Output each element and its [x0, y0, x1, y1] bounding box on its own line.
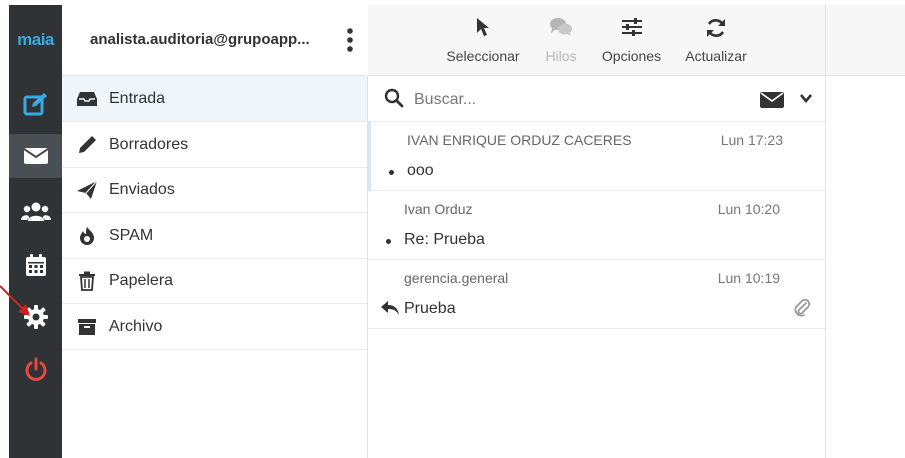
- reply-icon: [381, 301, 399, 315]
- message-row[interactable]: IVAN ENRIQUE ORDUZ CACERES Lun 17:23 ooo: [368, 122, 828, 191]
- rail-mail-button[interactable]: [9, 134, 62, 178]
- paper-plane-icon: [76, 179, 98, 201]
- chat-bubbles-icon: [550, 18, 572, 36]
- chevron-down-icon[interactable]: [800, 94, 812, 103]
- folder-label: Entrada: [109, 89, 166, 107]
- envelope-filter-icon[interactable]: [760, 92, 784, 108]
- folder-label: Enviados: [109, 180, 175, 198]
- account-name[interactable]: analista.auditoria@grupoapp...: [90, 31, 310, 48]
- fire-icon: [76, 225, 98, 247]
- message-list: IVAN ENRIQUE ORDUZ CACERES Lun 17:23 ooo…: [368, 76, 828, 458]
- folder-label: SPAM: [109, 226, 154, 244]
- message-row[interactable]: Ivan Orduz Lun 10:20 Re: Prueba: [368, 191, 825, 260]
- refresh-button[interactable]: Actualizar: [676, 5, 756, 75]
- folder-sent[interactable]: Enviados: [62, 167, 367, 213]
- search-input[interactable]: [412, 88, 716, 112]
- refresh-icon: [707, 19, 725, 37]
- folder-label: Papelera: [109, 271, 174, 289]
- folder-list: Entrada Borradores Enviados SPAM Papeler…: [62, 76, 368, 458]
- contacts-icon: [20, 202, 51, 221]
- archive-box-icon: [76, 316, 98, 338]
- message-time: Lun 17:23: [720, 132, 783, 148]
- inbox-icon: [76, 88, 98, 110]
- folder-label: Borradores: [109, 135, 189, 153]
- message-sender: Ivan Orduz: [404, 201, 473, 217]
- rail-contacts-button[interactable]: [9, 190, 62, 234]
- folder-inbox[interactable]: Entrada: [62, 76, 367, 122]
- unread-dot: [389, 170, 394, 175]
- refresh-label: Actualizar: [685, 48, 747, 64]
- select-label: Seleccionar: [446, 48, 520, 64]
- account-header: analista.auditoria@grupoapp...: [62, 5, 367, 76]
- message-toolbar: Seleccionar Hilos Opciones Actualizar: [368, 5, 825, 76]
- options-label: Opciones: [601, 48, 662, 64]
- message-time: Lun 10:19: [717, 270, 780, 286]
- preview-toolbar: [825, 5, 905, 76]
- folder-drafts[interactable]: Borradores: [62, 122, 367, 168]
- options-button[interactable]: Opciones: [594, 5, 669, 75]
- threads-button[interactable]: Hilos: [536, 5, 586, 75]
- folder-trash[interactable]: Papelera: [62, 258, 367, 304]
- annotation-arrow-icon: [0, 285, 30, 316]
- app-window: maia analista.auditoria@grupoapp... Entr…: [0, 0, 905, 458]
- app-logo[interactable]: maia: [9, 30, 62, 50]
- rail-compose-button[interactable]: [9, 82, 62, 126]
- sliders-icon: [621, 18, 642, 36]
- rail-logout-button[interactable]: [9, 348, 62, 392]
- message-sender: gerencia.general: [404, 270, 509, 286]
- compose-icon: [23, 93, 47, 116]
- power-icon: [25, 357, 46, 381]
- message-subject: Prueba: [404, 300, 456, 317]
- trash-icon: [76, 270, 98, 292]
- message-sender: IVAN ENRIQUE ORDUZ CACERES: [407, 132, 632, 148]
- app-rail: maia: [9, 5, 62, 458]
- cursor-pointer-icon: [477, 18, 489, 36]
- message-row[interactable]: gerencia.general Lun 10:19 Prueba: [368, 260, 825, 329]
- message-subject: Re: Prueba: [404, 231, 485, 248]
- mail-icon: [22, 148, 49, 164]
- folder-spam[interactable]: SPAM: [62, 213, 367, 259]
- paperclip-icon: [794, 298, 811, 317]
- search-bar: [368, 76, 825, 122]
- folder-archive[interactable]: Archivo: [62, 304, 367, 350]
- unread-dot: [386, 239, 391, 244]
- pencil-icon: [76, 134, 98, 156]
- calendar-icon: [25, 254, 46, 276]
- search-icon[interactable]: [384, 88, 404, 108]
- message-time: Lun 10:20: [717, 201, 780, 217]
- threads-label: Hilos: [545, 48, 577, 64]
- message-subject: ooo: [407, 162, 434, 179]
- folder-label: Archivo: [109, 317, 163, 335]
- kebab-menu-icon[interactable]: [346, 27, 354, 53]
- select-button[interactable]: Seleccionar: [438, 5, 528, 75]
